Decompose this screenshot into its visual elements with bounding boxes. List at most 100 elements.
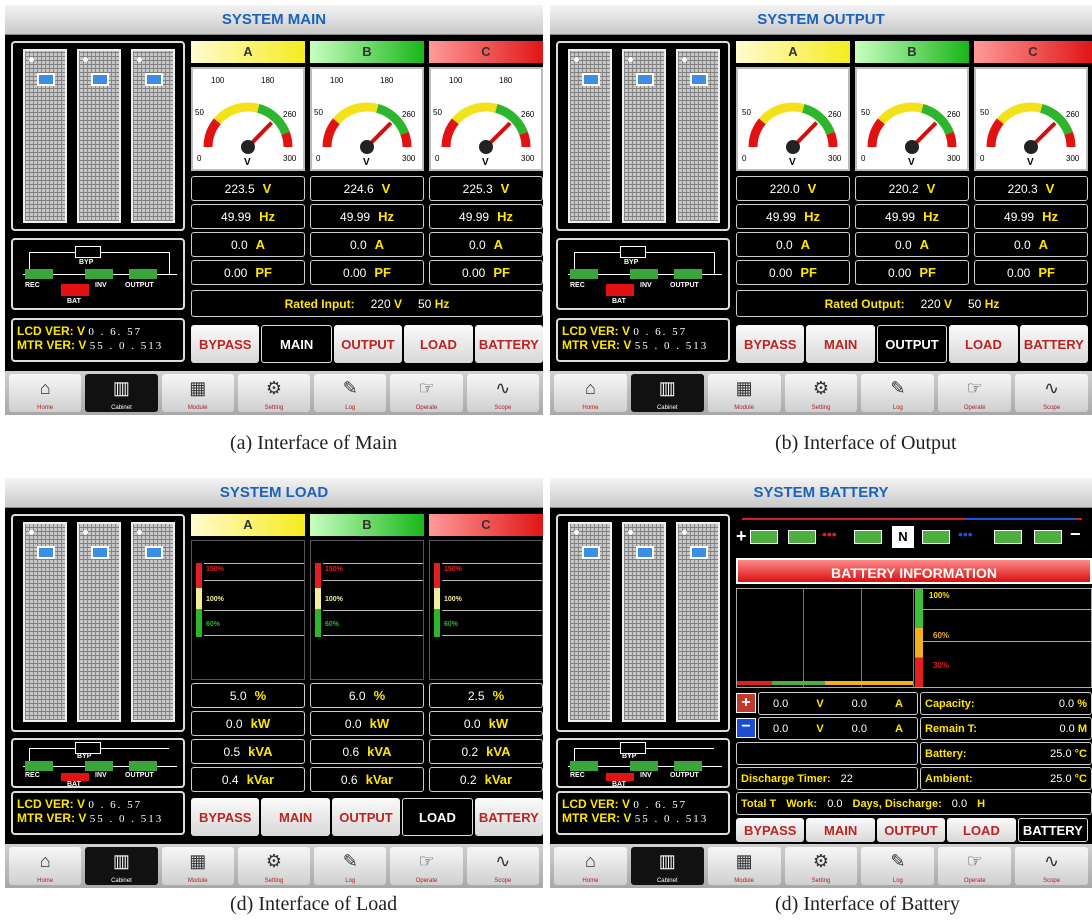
module-icon: ▦ [189, 378, 207, 398]
phase-value: 0.0 kW [310, 711, 424, 736]
section-tabs: BYPASS MAIN OUTPUT LOAD BATTERY [736, 325, 1089, 363]
nav-operate-button[interactable]: ☞ Operate [390, 374, 463, 412]
cabinet-view[interactable] [11, 41, 185, 231]
module-icon: ▦ [189, 851, 207, 871]
load-level-line [204, 610, 304, 611]
nav-module-button[interactable]: ▦ Module [161, 847, 234, 885]
tab-output[interactable]: OUTPUT [331, 798, 401, 836]
nav-module-button[interactable]: ▦ Module [707, 374, 781, 412]
cabinet-icon: ▥ [112, 851, 130, 871]
nav-home-button[interactable]: ⌂ Home [9, 847, 82, 885]
nav-label: Cabinet [656, 405, 678, 411]
load-level-label: 60% [444, 621, 459, 628]
nav-home-button[interactable]: ⌂ Home [554, 847, 627, 885]
phase-value: 0.0 kW [191, 711, 305, 736]
tab-main[interactable]: MAIN [806, 818, 875, 842]
nav-log-button[interactable]: ✎ Log [314, 847, 387, 885]
gauge-tick-label: 50 [433, 108, 442, 117]
voltage-gauge: 50 260 0 300 V [736, 67, 850, 171]
nav-cabinet-button[interactable]: ▥ Cabinet [630, 847, 704, 885]
value: 49.99 [221, 209, 252, 224]
tab-load[interactable]: LOAD [402, 798, 473, 836]
page-title: SYSTEM LOAD [5, 478, 543, 508]
tab-main[interactable]: MAIN [261, 325, 332, 363]
phase-value: 0.2 kVA [429, 739, 543, 764]
battery-chart: 100% 60% 30% [736, 588, 1092, 688]
module-icon: ▦ [735, 378, 753, 398]
nav-scope-button[interactable]: ∿ Scope [1015, 374, 1089, 412]
tab-output[interactable]: OUTPUT [876, 325, 948, 363]
load-level-line [323, 635, 423, 636]
cabinet-view[interactable] [11, 514, 185, 732]
gauge-arc [281, 131, 293, 148]
unit: kVA [248, 744, 273, 759]
nav-label: Scope [494, 878, 512, 884]
nav-operate-button[interactable]: ☞ Operate [938, 374, 1012, 412]
gauge-tick-label: 50 [195, 108, 204, 117]
nav-scope-button[interactable]: ∿ Scope [466, 374, 539, 412]
gauge-arc [748, 118, 766, 148]
cabinet-icon: ▥ [112, 378, 130, 398]
nav-module-button[interactable]: ▦ Module [161, 374, 234, 412]
version-info: LCD VER: V 0 . 6. 57 MTR VER: V 55 . 0 .… [11, 318, 185, 362]
value: 0.00 [769, 265, 793, 280]
tab-load[interactable]: LOAD [404, 325, 473, 363]
tab-battery[interactable]: BATTERY [474, 798, 543, 836]
cabinet-view[interactable] [556, 514, 730, 732]
phase-value: 49.99 Hz [855, 204, 969, 229]
tab-bypass[interactable]: BYPASS [736, 818, 805, 842]
tab-output[interactable]: OUTPUT [876, 818, 946, 842]
tab-battery[interactable]: BATTERY [1017, 818, 1089, 842]
nav-cabinet-button[interactable]: ▥ Cabinet [630, 374, 704, 412]
nav-home-button[interactable]: ⌂ Home [9, 374, 82, 412]
value: 0.0 [463, 716, 481, 731]
tab-bypass[interactable]: BYPASS [191, 798, 260, 836]
value: 0.0 [349, 237, 367, 252]
tab-battery[interactable]: BATTERY [474, 325, 543, 363]
nav-setting-button[interactable]: ⚙ Setting [784, 847, 858, 885]
nav-log-button[interactable]: ✎ Log [314, 374, 387, 412]
unit: kW [369, 716, 390, 731]
gauge-unit: V [482, 157, 489, 168]
nav-setting-button[interactable]: ⚙ Setting [237, 847, 311, 885]
phase-value: 0.0 A [974, 232, 1088, 257]
battery-info-header: BATTERY INFORMATION [736, 558, 1092, 584]
tab-main[interactable]: MAIN [261, 798, 330, 836]
nav-cabinet-button[interactable]: ▥ Cabinet [85, 847, 158, 885]
cabinet-view[interactable] [556, 41, 730, 231]
nav-operate-button[interactable]: ☞ Operate [938, 847, 1012, 885]
tab-main[interactable]: MAIN [806, 325, 875, 363]
gauge-tick-label: 180 [261, 76, 275, 85]
log-icon: ✎ [890, 851, 906, 871]
gauge-arc [332, 102, 379, 125]
unit: V [926, 181, 936, 196]
load-level-label: 150% [444, 566, 462, 573]
phase-value: 0.00 PF [429, 260, 543, 285]
nav-operate-button[interactable]: ☞ Operate [390, 847, 463, 885]
tab-load[interactable]: LOAD [947, 818, 1016, 842]
gauge-tick-label: 0 [980, 154, 985, 163]
value: 224.6 [343, 181, 374, 196]
tab-bypass[interactable]: BYPASS [191, 325, 260, 363]
phase-value: 5.0% [191, 683, 305, 708]
nav-home-button[interactable]: ⌂ Home [554, 374, 627, 412]
nav-cabinet-button[interactable]: ▥ Cabinet [85, 374, 158, 412]
nav-log-button[interactable]: ✎ Log [861, 374, 935, 412]
nav-setting-button[interactable]: ⚙ Setting [784, 374, 858, 412]
nav-module-button[interactable]: ▦ Module [707, 847, 781, 885]
gauge-tick-label: 0 [742, 154, 747, 163]
load-level-line [323, 580, 423, 581]
gauge-hub [1024, 140, 1038, 154]
nav-scope-button[interactable]: ∿ Scope [1015, 847, 1089, 885]
phase-value: 0.6 kVA [310, 739, 424, 764]
tab-battery[interactable]: BATTERY [1019, 325, 1089, 363]
nav-scope-button[interactable]: ∿ Scope [466, 847, 539, 885]
gauge-arc [1064, 131, 1076, 148]
nav-setting-button[interactable]: ⚙ Setting [237, 374, 311, 412]
nav-log-button[interactable]: ✎ Log [861, 847, 935, 885]
tab-bypass[interactable]: BYPASS [736, 325, 805, 363]
home-icon: ⌂ [39, 851, 51, 871]
value: 0.00 [343, 265, 367, 280]
tab-load[interactable]: LOAD [949, 325, 1018, 363]
tab-output[interactable]: OUTPUT [333, 325, 403, 363]
